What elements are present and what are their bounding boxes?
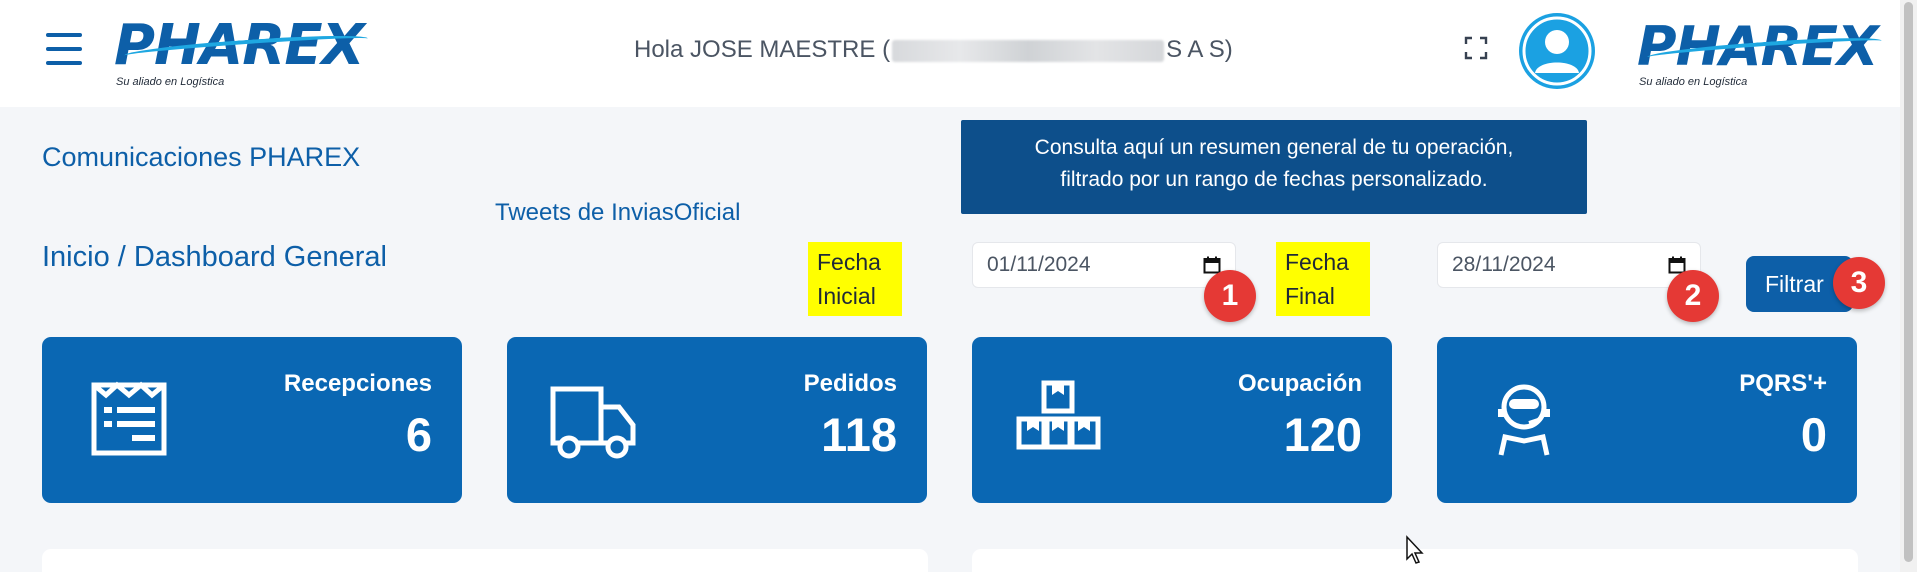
pharex-logo-right: PHAREX Su aliado en Logística — [1637, 20, 1882, 88]
start-date-input[interactable]: 01/11/2024 — [972, 242, 1236, 288]
user-greeting: Hola JOSE MAESTRE ( S A S) — [634, 36, 1233, 64]
info-line-2: filtrado por un rango de fechas personal… — [1060, 168, 1488, 191]
info-line-1: Consulta aquí un resumen general de tu o… — [1034, 136, 1514, 159]
stat-card-ocupacion[interactable]: Ocupación 120 — [972, 337, 1392, 503]
boxes-icon — [1016, 380, 1101, 450]
support-agent-icon — [1498, 384, 1550, 456]
stat-card-pedidos[interactable]: Pedidos 118 — [507, 337, 927, 503]
content-panel-left — [42, 549, 928, 572]
user-icon — [1522, 16, 1592, 86]
menu-toggle-button[interactable] — [46, 33, 82, 65]
end-date-label: Fecha Final — [1276, 242, 1370, 316]
stat-label: Pedidos — [803, 370, 897, 397]
top-navbar: PHAREX Su aliado en Logística Hola JOSE … — [0, 0, 1900, 107]
stat-value: 118 — [821, 408, 897, 461]
stat-card-recepciones[interactable]: Recepciones 6 — [42, 337, 462, 503]
step-badge-1: 1 — [1204, 270, 1256, 322]
truck-icon — [550, 386, 636, 459]
mouse-cursor-icon — [1406, 535, 1424, 564]
end-label-line-1: Fecha — [1285, 249, 1349, 275]
start-label-line-2: Inicial — [817, 283, 876, 309]
end-date-value: 28/11/2024 — [1452, 253, 1556, 276]
scrollbar-thumb[interactable] — [1904, 2, 1913, 562]
stat-card-pqrs[interactable]: PQRS'+ 0 — [1437, 337, 1857, 503]
step-badge-2: 2 — [1667, 270, 1719, 322]
stat-value: 120 — [1283, 408, 1362, 461]
stat-label: PQRS'+ — [1739, 370, 1827, 397]
start-date-label: Fecha Inicial — [808, 242, 902, 316]
redacted-company-name — [892, 39, 1165, 62]
stat-label: Ocupación — [1237, 370, 1362, 397]
breadcrumb: Inicio / Dashboard General — [42, 241, 387, 273]
greeting-prefix: Hola JOSE MAESTRE ( — [634, 36, 891, 63]
greeting-suffix: S A S) — [1166, 36, 1233, 63]
start-label-line-1: Fecha — [817, 249, 881, 275]
pharex-logo[interactable]: PHAREX Su aliado en Logística — [114, 18, 369, 88]
page-scrollbar[interactable] — [1900, 0, 1917, 572]
end-date-input[interactable]: 28/11/2024 — [1437, 242, 1701, 288]
calendar-icon[interactable] — [1203, 256, 1221, 274]
receipt-list-icon — [91, 381, 167, 456]
stat-value: 6 — [405, 408, 432, 461]
end-label-line-2: Final — [1285, 283, 1335, 309]
tweets-link[interactable]: Tweets de InviasOficial — [495, 199, 740, 227]
info-tooltip: Consulta aquí un resumen general de tu o… — [961, 120, 1587, 214]
stat-label: Recepciones — [283, 370, 432, 397]
step-badge-3: 3 — [1833, 257, 1885, 309]
start-date-value: 01/11/2024 — [987, 253, 1091, 276]
user-avatar[interactable] — [1519, 13, 1595, 89]
communications-title: Comunicaciones PHAREX — [42, 142, 361, 172]
stat-value: 0 — [1800, 408, 1827, 461]
fullscreen-icon[interactable] — [1464, 36, 1488, 60]
